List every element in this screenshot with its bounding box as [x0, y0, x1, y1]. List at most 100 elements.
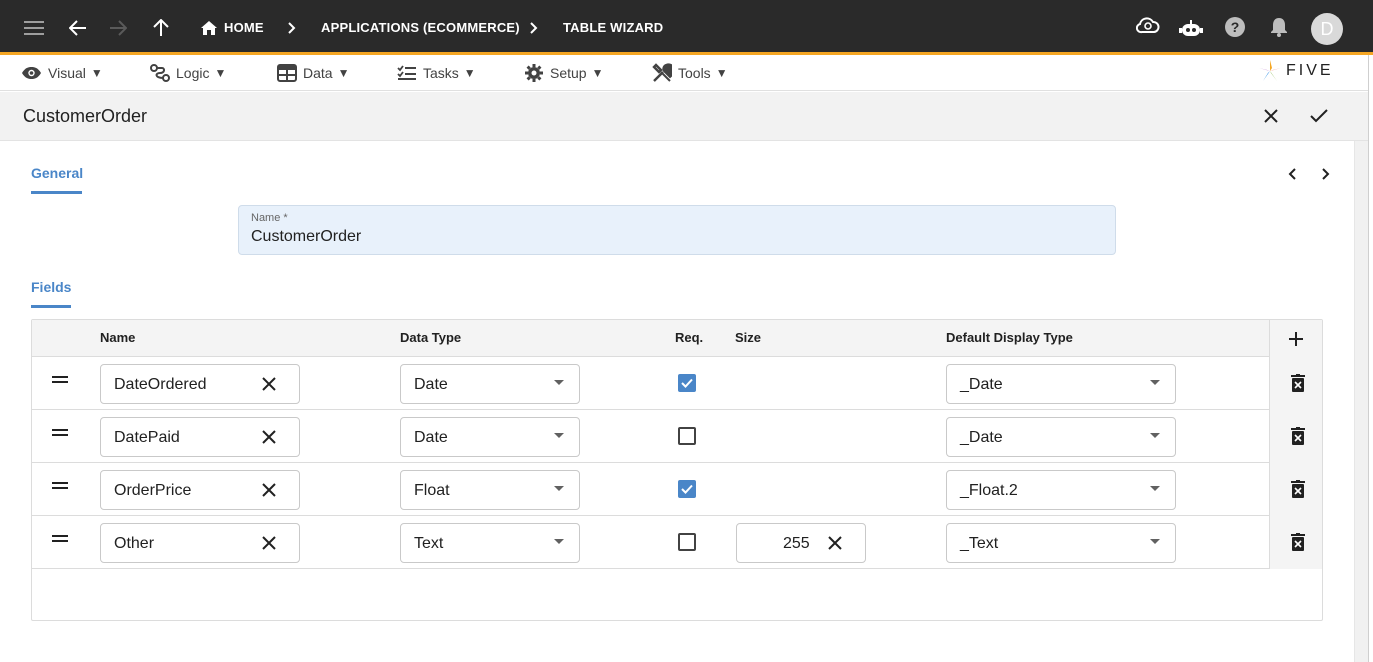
delete-row-icon[interactable] — [1288, 372, 1308, 394]
field-name-value: OrderPrice — [114, 482, 192, 499]
clear-icon[interactable] — [259, 427, 279, 447]
vertical-scrollbar[interactable] — [1354, 141, 1368, 662]
table-row: DateOrdered Date _Date — [32, 357, 1269, 410]
column-header-required: Req. — [675, 330, 704, 345]
tab-underline — [31, 191, 82, 194]
app-bar: HOME APPLICATIONS (ECOMMERCE) TABLE WIZA… — [0, 0, 1373, 55]
gear-icon — [525, 64, 543, 82]
drag-handle-icon[interactable] — [52, 535, 68, 545]
drag-handle-icon[interactable] — [52, 429, 68, 439]
display-type-value: _Float.2 — [960, 482, 1018, 499]
data-type-select[interactable]: Text — [400, 523, 580, 563]
field-name-input[interactable]: Other — [100, 523, 300, 563]
tab-general-label: General — [31, 165, 84, 181]
chevron-right-icon — [280, 16, 304, 40]
add-field-icon[interactable] — [1288, 331, 1304, 347]
tab-general[interactable]: General — [31, 165, 84, 194]
delete-row-icon[interactable] — [1288, 531, 1308, 553]
clear-icon[interactable] — [259, 480, 279, 500]
field-name-input[interactable]: DatePaid — [100, 417, 300, 457]
avatar[interactable]: D — [1311, 13, 1343, 45]
breadcrumb-home[interactable]: HOME — [224, 20, 264, 35]
display-type-select[interactable]: _Text — [946, 523, 1176, 563]
caret-down-icon: ▼ — [463, 66, 476, 80]
column-header-size: Size — [735, 330, 762, 345]
five-logo-mark — [1259, 60, 1281, 81]
notification-bell-icon[interactable] — [1267, 15, 1291, 39]
field-name-input[interactable]: DateOrdered — [100, 364, 300, 404]
table-row: DatePaid Date _Date — [32, 410, 1269, 463]
menu-logic[interactable]: Logic ▼ — [150, 63, 226, 83]
robot-chat-icon[interactable] — [1179, 17, 1203, 41]
data-type-value: Date — [414, 376, 448, 393]
menu-tools[interactable]: Tools ▼ — [652, 63, 728, 83]
delete-row-icon[interactable] — [1288, 478, 1308, 500]
menu-tasks[interactable]: Tasks ▼ — [397, 63, 476, 83]
column-header-name: Name — [100, 330, 136, 345]
five-logo-text: FIVE — [1286, 62, 1334, 79]
breadcrumb-applications[interactable]: APPLICATIONS (ECOMMERCE) — [321, 20, 520, 35]
data-type-select[interactable]: Date — [400, 417, 580, 457]
caret-down-icon: ▼ — [591, 66, 604, 80]
data-type-value: Date — [414, 429, 448, 446]
menu-visual-label: Visual — [48, 65, 86, 81]
required-checkbox[interactable] — [678, 374, 696, 392]
clear-icon[interactable] — [825, 533, 845, 553]
size-input[interactable]: 255 — [736, 523, 866, 563]
chevron-right-icon — [522, 16, 546, 40]
breadcrumb-table-wizard[interactable]: TABLE WIZARD — [563, 20, 663, 35]
menu-setup[interactable]: Setup ▼ — [524, 63, 603, 83]
name-input[interactable] — [251, 228, 1091, 246]
data-type-select[interactable]: Date — [400, 364, 580, 404]
previous-page-icon[interactable] — [1282, 164, 1302, 184]
back-arrow-icon[interactable] — [66, 16, 90, 40]
required-checkbox[interactable] — [678, 533, 696, 551]
five-logo: FIVE — [1258, 59, 1334, 83]
form-title: CustomerOrder — [23, 106, 148, 126]
up-arrow-icon[interactable] — [149, 16, 173, 40]
table-row: Other Text 255 _Text — [32, 516, 1269, 569]
tab-fields[interactable]: Fields — [31, 279, 71, 308]
display-type-select[interactable]: _Date — [946, 417, 1176, 457]
delete-row-icon[interactable] — [1288, 425, 1308, 447]
caret-down-icon: ▼ — [715, 66, 728, 80]
clear-icon[interactable] — [259, 533, 279, 553]
svg-text:?: ? — [1231, 19, 1240, 35]
help-icon[interactable]: ? — [1223, 15, 1247, 39]
table-icon — [277, 64, 297, 82]
menu-visual[interactable]: Visual ▼ — [21, 63, 103, 83]
display-type-select[interactable]: _Float.2 — [946, 470, 1176, 510]
column-header-data-type: Data Type — [400, 330, 462, 345]
close-icon[interactable] — [1259, 104, 1283, 128]
dropdown-arrow-icon — [554, 433, 564, 438]
field-name-value: Other — [114, 535, 155, 552]
field-name-input[interactable]: OrderPrice — [100, 470, 300, 510]
eye-icon — [22, 67, 41, 79]
form-header: CustomerOrder — [0, 92, 1368, 141]
checklist-icon — [397, 65, 416, 80]
drag-handle-icon[interactable] — [52, 376, 68, 386]
dropdown-arrow-icon — [554, 380, 564, 385]
fields-table: Name Data Type Req. Size Default Display… — [31, 319, 1323, 621]
next-page-icon[interactable] — [1316, 164, 1336, 184]
home-icon[interactable] — [197, 16, 221, 40]
display-type-value: _Text — [960, 535, 999, 552]
required-checkbox[interactable] — [678, 480, 696, 498]
menu-setup-label: Setup — [550, 65, 587, 81]
drag-handle-icon[interactable] — [52, 482, 68, 492]
required-checkbox[interactable] — [678, 427, 696, 445]
menu-data[interactable]: Data ▼ — [277, 63, 349, 83]
confirm-check-icon[interactable] — [1307, 104, 1331, 128]
field-name-value: DateOrdered — [114, 376, 207, 393]
dropdown-arrow-icon — [1150, 380, 1160, 385]
name-field[interactable]: Name * — [238, 205, 1116, 255]
forward-arrow-icon[interactable] — [106, 16, 130, 40]
display-type-select[interactable]: _Date — [946, 364, 1176, 404]
window-edge — [1368, 55, 1373, 662]
clear-icon[interactable] — [259, 374, 279, 394]
caret-down-icon: ▼ — [90, 66, 103, 80]
hamburger-menu-icon[interactable] — [22, 16, 46, 40]
cloud-search-icon[interactable] — [1136, 14, 1160, 38]
size-value: 255 — [783, 535, 810, 552]
data-type-select[interactable]: Float — [400, 470, 580, 510]
